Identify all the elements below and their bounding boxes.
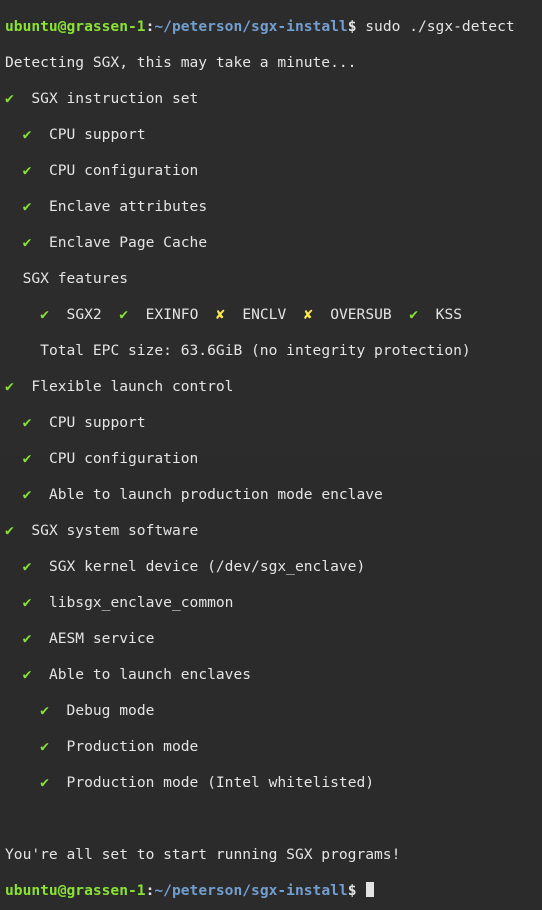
- check-icon: ✔: [22, 666, 32, 683]
- output-libsgx: ✔ libsgx_enclave_common: [5, 594, 542, 612]
- check-icon: ✔: [22, 414, 32, 431]
- label: libsgx_enclave_common: [48, 594, 234, 611]
- check-icon: ✔: [40, 774, 49, 791]
- check-icon: ✔: [22, 486, 32, 503]
- command-text: sudo ./sgx-detect: [356, 18, 515, 35]
- label: CPU configuration: [48, 450, 199, 467]
- command-line: ubuntu@grassen-1:~/peterson/sgx-install$…: [5, 18, 542, 36]
- check-icon: ✔: [5, 378, 14, 395]
- label: Debug mode: [66, 702, 155, 719]
- check-icon: ✔: [409, 306, 419, 323]
- output-flexible-launch-control: ✔ Flexible launch control: [5, 378, 542, 396]
- label: SGX instruction set: [31, 90, 199, 107]
- label: Able to launch production mode enclave: [48, 486, 383, 503]
- check-icon: ✔: [5, 90, 14, 107]
- check-icon: ✔: [119, 306, 129, 323]
- feature-exinfo: EXINFO: [145, 306, 199, 323]
- prompt-colon: :: [145, 882, 155, 899]
- terminal-window[interactable]: ubuntu@grassen-1:~/peterson/sgx-install$…: [0, 0, 542, 899]
- output-cpu-configuration: ✔ CPU configuration: [5, 162, 542, 180]
- feature-oversub: OVERSUB: [330, 306, 392, 323]
- check-icon: ✔: [40, 702, 49, 719]
- output-flc-cpu-support: ✔ CPU support: [5, 414, 542, 432]
- label: Total EPC size: 63.6GiB (no integrity pr…: [40, 342, 471, 359]
- output-enclave-attributes: ✔ Enclave attributes: [5, 198, 542, 216]
- cross-icon: ✘: [215, 306, 225, 323]
- check-icon: ✔: [22, 234, 32, 251]
- output-aesm: ✔ AESM service: [5, 630, 542, 648]
- label: SGX system software: [31, 522, 199, 539]
- output-total-epc: Total EPC size: 63.6GiB (no integrity pr…: [5, 342, 542, 360]
- prompt-path: ~/peterson/sgx-install: [154, 18, 348, 35]
- cross-icon: ✘: [303, 306, 313, 323]
- prompt-dollar: $: [347, 882, 357, 899]
- output-detecting: Detecting SGX, this may take a minute...: [5, 54, 357, 71]
- label: SGX features: [22, 270, 129, 287]
- check-icon: ✔: [40, 306, 49, 323]
- label: AESM service: [48, 630, 155, 647]
- feature-kss: KSS: [435, 306, 463, 323]
- output-enclave-page-cache: ✔ Enclave Page Cache: [5, 234, 542, 252]
- output-debug-mode: ✔ Debug mode: [5, 702, 542, 720]
- label: Production mode: [66, 738, 199, 755]
- output-sgx-instruction-set: ✔ SGX instruction set: [5, 90, 542, 108]
- label: CPU support: [48, 414, 146, 431]
- prompt-user-host: ubuntu@grassen-1: [5, 18, 146, 35]
- check-icon: ✔: [22, 630, 32, 647]
- output-flc-cpu-configuration: ✔ CPU configuration: [5, 450, 542, 468]
- prompt-path: ~/peterson/sgx-install: [154, 882, 348, 899]
- label: Enclave attributes: [48, 198, 208, 215]
- check-icon: ✔: [22, 450, 32, 467]
- output-sgx-features: SGX features: [5, 270, 542, 288]
- prompt-line[interactable]: ubuntu@grassen-1:~/peterson/sgx-install$: [5, 882, 542, 900]
- label: Flexible launch control: [31, 378, 234, 395]
- output-sgx-kernel-device: ✔ SGX kernel device (/dev/sgx_enclave): [5, 558, 542, 576]
- check-icon: ✔: [5, 522, 14, 539]
- check-icon: ✔: [22, 198, 32, 215]
- output-feature-list: ✔ SGX2 ✔ EXINFO ✘ ENCLV ✘ OVERSUB ✔ KSS: [5, 306, 542, 324]
- output-production-mode-whitelisted: ✔ Production mode (Intel whitelisted): [5, 774, 542, 792]
- label: Production mode (Intel whitelisted): [66, 774, 375, 791]
- output-blank: [5, 810, 542, 828]
- prompt-user-host: ubuntu@grassen-1: [5, 882, 146, 899]
- label: Enclave Page Cache: [48, 234, 208, 251]
- feature-enclv: ENCLV: [242, 306, 287, 323]
- feature-sgx2: SGX2: [66, 306, 102, 323]
- text-cursor[interactable]: [366, 882, 375, 897]
- check-icon: ✔: [22, 162, 32, 179]
- output-flc-able-production: ✔ Able to launch production mode enclave: [5, 486, 542, 504]
- output-all-set: You're all set to start running SGX prog…: [5, 846, 401, 863]
- check-icon: ✔: [22, 558, 32, 575]
- label: SGX kernel device (/dev/sgx_enclave): [48, 558, 366, 575]
- label: CPU support: [48, 126, 146, 143]
- output-able-launch-enclaves: ✔ Able to launch enclaves: [5, 666, 542, 684]
- output-sgx-system-software: ✔ SGX system software: [5, 522, 542, 540]
- label: CPU configuration: [48, 162, 199, 179]
- label: Able to launch enclaves: [48, 666, 252, 683]
- check-icon: ✔: [22, 126, 32, 143]
- check-icon: ✔: [22, 594, 32, 611]
- check-icon: ✔: [40, 738, 49, 755]
- output-cpu-support: ✔ CPU support: [5, 126, 542, 144]
- output-production-mode: ✔ Production mode: [5, 738, 542, 756]
